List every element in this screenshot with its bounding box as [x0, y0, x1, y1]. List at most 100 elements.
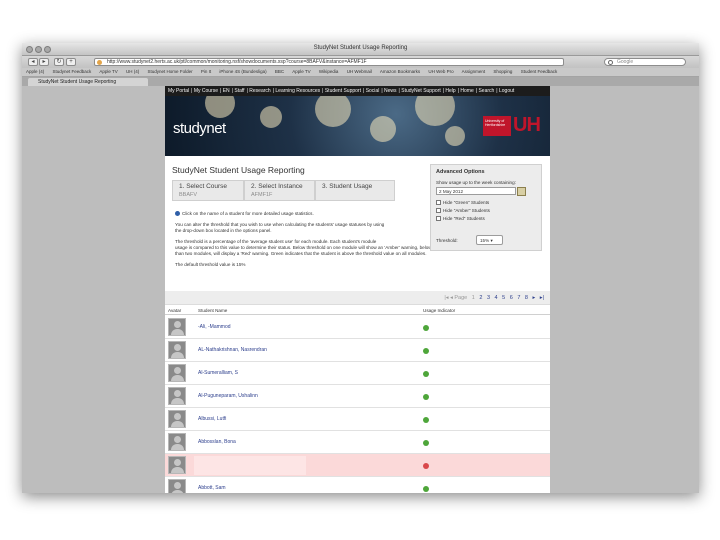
- nav-item-logout[interactable]: Logout: [499, 88, 514, 94]
- bookmark-item[interactable]: UH Webmail: [347, 69, 372, 74]
- calendar-icon[interactable]: [517, 187, 526, 196]
- pager-page-link[interactable]: 8: [525, 295, 528, 301]
- bookmark-item[interactable]: Amazon Bookmarks: [380, 69, 420, 74]
- table-row: AL-Nathakrishnan, Nasrendran: [165, 339, 550, 362]
- hide-green-option[interactable]: Hide "Green" Students: [436, 200, 536, 206]
- student-name-link[interactable]: Abbott, Sam: [198, 485, 226, 491]
- hide-green-label: Hide "Green" Students: [443, 200, 490, 205]
- window-title: StudyNet Student Usage Reporting: [313, 45, 408, 51]
- pager-page-link[interactable]: 7: [517, 295, 520, 301]
- nav-item-search[interactable]: Search: [478, 88, 494, 94]
- bookmark-item[interactable]: iPhone 4S (Bundesliga): [219, 69, 266, 74]
- bookmark-item[interactable]: Apple TV: [292, 69, 310, 74]
- nav-item-help[interactable]: Help: [445, 88, 455, 94]
- usage-status-green-icon: [423, 486, 429, 492]
- step-select-course[interactable]: 1. Select Course BBAFV: [172, 180, 244, 201]
- next-page-icon[interactable]: ▸: [533, 295, 536, 301]
- student-name-link[interactable]: Al-Puguneparam, Ushalinn: [198, 393, 258, 399]
- step-student-usage[interactable]: 3. Student Usage: [315, 180, 395, 201]
- nav-item-language[interactable]: EN: [223, 88, 230, 94]
- table-row-red: [165, 454, 550, 477]
- bookmark-item[interactable]: Assignment: [462, 69, 486, 74]
- prev-page-icon[interactable]: ◂: [450, 295, 453, 301]
- first-page-icon[interactable]: |◂: [444, 295, 448, 301]
- nav-item-my-portal[interactable]: My Portal: [168, 88, 189, 94]
- add-bookmark-button[interactable]: +: [66, 58, 76, 66]
- studynet-page: My Portal | My Course | EN | Staff | Researc…: [165, 86, 550, 493]
- bookmark-item[interactable]: Shopping: [493, 69, 512, 74]
- forward-button[interactable]: ▸: [39, 58, 49, 66]
- nav-item-home[interactable]: Home: [460, 88, 473, 94]
- step-subtitle: AFMF1F: [251, 192, 273, 198]
- redacted-name-block: [194, 456, 306, 475]
- bookmark-item[interactable]: Apple TV: [99, 69, 117, 74]
- student-name-link[interactable]: Abbosslan, Bona: [198, 439, 236, 445]
- advanced-options-panel: Advanced Options Show usage up to the we…: [430, 164, 542, 251]
- avatar: [168, 341, 186, 359]
- uh-mark: UH: [513, 114, 541, 136]
- bookmark-item[interactable]: UH (4): [126, 69, 139, 74]
- column-header-avatar: Avatar: [168, 308, 182, 313]
- window-titlebar: StudyNet Student Usage Reporting: [22, 43, 699, 56]
- hide-green-checkbox[interactable]: [436, 200, 441, 205]
- step-subtitle: BBAFV: [179, 192, 198, 198]
- column-header-usage-indicator[interactable]: Usage Indicator: [423, 308, 455, 313]
- university-name: University of Hertfordshire: [483, 116, 511, 136]
- bookmark-item[interactable]: Studynet Feedback: [53, 69, 92, 74]
- hide-red-option[interactable]: Hide "Red" Students: [436, 216, 536, 222]
- avatar: [168, 433, 186, 451]
- wizard-steps: 1. Select Course BBAFV 2. Select Instanc…: [172, 180, 410, 201]
- tab-active[interactable]: StudyNet Student Usage Reporting: [28, 78, 148, 86]
- hide-red-checkbox[interactable]: [436, 216, 441, 221]
- threshold-value: 15%: [480, 238, 490, 243]
- hide-amber-option[interactable]: Hide "Amber" Students: [436, 208, 536, 214]
- step-title: 1. Select Course: [179, 183, 228, 190]
- last-page-icon[interactable]: ▸|: [540, 295, 544, 301]
- pager-page-link[interactable]: 5: [502, 295, 505, 301]
- column-header-student-name[interactable]: Student Name: [198, 308, 227, 313]
- student-name-link[interactable]: Albussi, Lutfi: [198, 416, 226, 422]
- nav-item-social[interactable]: Social: [366, 88, 380, 94]
- bookmark-item[interactable]: Pin It: [201, 69, 211, 74]
- week-date-field[interactable]: 2 May 2012: [436, 187, 516, 195]
- nav-item-my-course[interactable]: My Course: [194, 88, 218, 94]
- avatar: [168, 387, 186, 405]
- bookmark-item[interactable]: Wikipedia: [319, 69, 339, 74]
- step-select-instance[interactable]: 2. Select Instance AFMF1F: [244, 180, 315, 201]
- step-title: 2. Select Instance: [251, 183, 303, 190]
- hide-amber-checkbox[interactable]: [436, 208, 441, 213]
- pager-page-link[interactable]: 6: [510, 295, 513, 301]
- student-name-link[interactable]: Al-Sumeralliam, S: [198, 370, 238, 376]
- search-input[interactable]: Google: [604, 58, 686, 66]
- threshold-select[interactable]: 15% ▾: [476, 235, 503, 245]
- table-row: Abbosslan, Bona: [165, 431, 550, 454]
- back-button[interactable]: ◂: [28, 58, 38, 66]
- usage-status-green-icon: [423, 371, 429, 377]
- bookmark-item[interactable]: Student Feedback: [521, 69, 558, 74]
- bookmark-item[interactable]: Studynet Home Folder: [148, 69, 193, 74]
- nav-item-student-support[interactable]: Student Support: [325, 88, 361, 94]
- nav-item-learning-resources[interactable]: Learning Resources: [275, 88, 320, 94]
- avatar: [168, 456, 186, 474]
- nav-item-news[interactable]: News: [384, 88, 397, 94]
- student-name-link[interactable]: -Ali, -Mammod: [198, 324, 231, 330]
- pager-page-link[interactable]: 2: [479, 295, 482, 301]
- pager-page-link[interactable]: 3: [487, 295, 490, 301]
- address-bar[interactable]: http://www.studynet2.herts.ac.uk/ptl/com…: [94, 58, 564, 66]
- info-text: Click on the name of a student for more …: [182, 211, 314, 216]
- step-title: 3. Student Usage: [322, 183, 373, 190]
- student-name-link[interactable]: AL-Nathakrishnan, Nasrendran: [198, 347, 267, 353]
- bookmark-item[interactable]: UH Web Pro: [428, 69, 453, 74]
- nav-item-studynet-support[interactable]: StudyNet Support: [401, 88, 440, 94]
- studynet-logo[interactable]: studynet: [173, 120, 226, 137]
- page-title: StudyNet Student Usage Reporting: [172, 165, 305, 175]
- bokeh-light: [260, 106, 282, 128]
- nav-item-research[interactable]: Research: [249, 88, 270, 94]
- nav-item-staff[interactable]: Staff: [234, 88, 244, 94]
- bokeh-light: [415, 96, 455, 126]
- reload-button[interactable]: ↻: [54, 58, 64, 66]
- bookmark-item[interactable]: BBC: [275, 69, 284, 74]
- pager-page-link[interactable]: 4: [495, 295, 498, 301]
- university-logo: University of Hertfordshire UH: [483, 114, 545, 136]
- bookmark-item[interactable]: Apple (4): [26, 69, 44, 74]
